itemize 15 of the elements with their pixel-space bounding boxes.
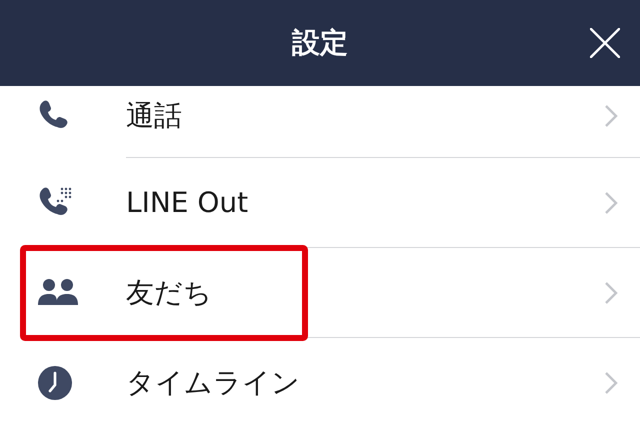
item-label: 友だち xyxy=(126,274,212,310)
chevron-icon xyxy=(604,104,618,128)
settings-item[interactable]: LINE Out xyxy=(0,158,640,248)
screen-title: 設定 xyxy=(292,25,348,61)
close-button[interactable] xyxy=(590,28,620,58)
chevron-icon xyxy=(604,371,618,395)
item-label: 通話 xyxy=(126,98,182,134)
close-icon xyxy=(590,28,620,58)
settings-item[interactable]: タイムライン xyxy=(0,338,640,426)
settings-item[interactable]: 通話 xyxy=(0,86,640,158)
item-label: タイムライン xyxy=(126,365,300,401)
settings-item[interactable]: 友だち xyxy=(0,248,640,338)
chevron-icon xyxy=(604,190,618,214)
chevron-icon xyxy=(604,280,618,304)
item-label: LINE Out xyxy=(126,186,248,219)
